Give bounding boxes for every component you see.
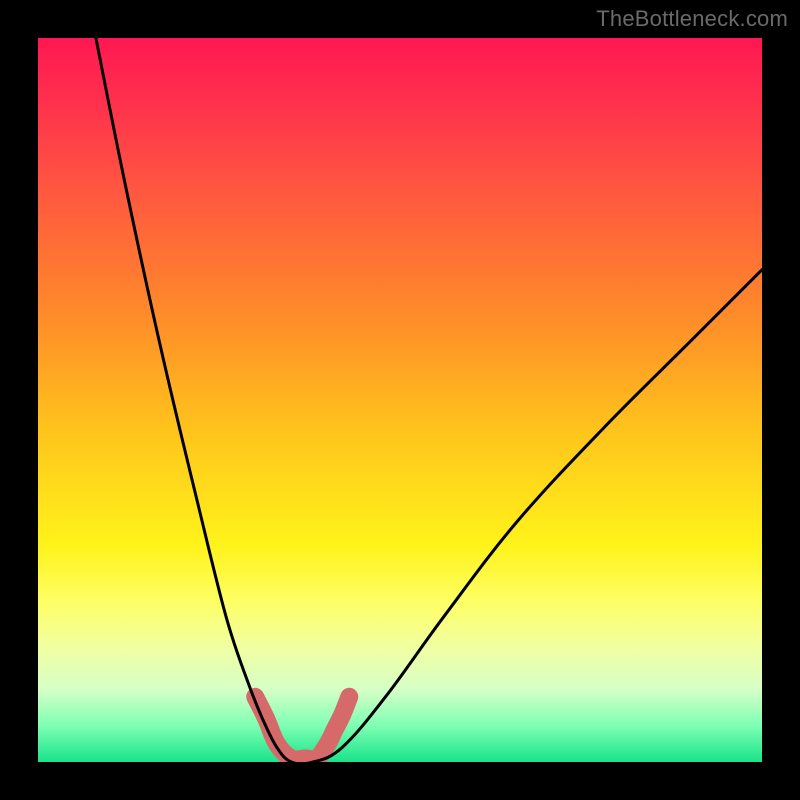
highlight-band-path (255, 697, 349, 760)
watermark-text: TheBottleneck.com (596, 6, 788, 32)
bottleneck-curve-path (96, 38, 762, 762)
chart-frame: TheBottleneck.com (0, 0, 800, 800)
curve-layer (38, 38, 762, 762)
plot-area (38, 38, 762, 762)
